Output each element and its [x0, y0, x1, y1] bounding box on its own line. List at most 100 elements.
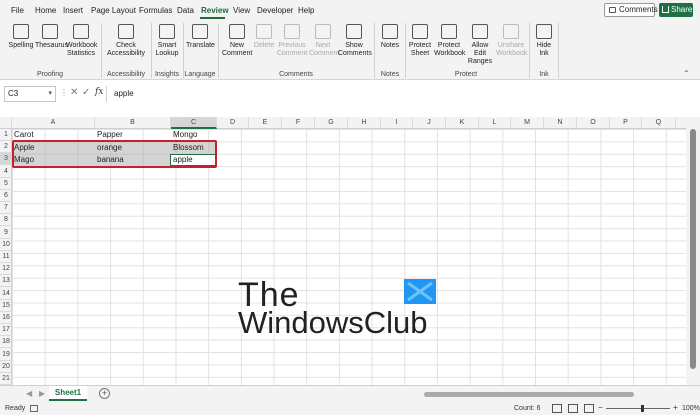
zoom-slider[interactable] [606, 408, 670, 409]
protect-workbook-button[interactable]: Protect Workbook [434, 24, 465, 58]
macro-recording-icon[interactable] [30, 405, 38, 412]
row-header[interactable]: 15 [0, 300, 12, 312]
group-comments: Comments [279, 71, 313, 78]
translate-button[interactable]: Translate [186, 24, 215, 50]
comments-button[interactable]: Comments [604, 3, 658, 17]
row-header[interactable]: 21 [0, 373, 12, 385]
tab-data[interactable]: Data [177, 6, 194, 15]
name-box[interactable]: C3 ▾ [4, 86, 56, 102]
vertical-scrollbar[interactable] [686, 117, 700, 385]
horizontal-scrollbar[interactable] [408, 391, 678, 397]
tab-view[interactable]: View [233, 6, 250, 15]
cancel-icon[interactable]: ✕ [70, 87, 78, 98]
allow-edit-ranges-button[interactable]: Allow Edit Ranges [465, 24, 495, 66]
tab-page-layout[interactable]: Page Layout [91, 6, 136, 15]
protect-sheet-button[interactable]: Protect Sheet [407, 24, 433, 58]
column-header-q[interactable]: Q [642, 117, 676, 129]
tab-formulas[interactable]: Formulas [139, 6, 172, 15]
zoom-level[interactable]: 100% [682, 405, 700, 412]
zoom-slider-thumb[interactable] [641, 405, 644, 412]
add-sheet-icon[interactable]: + [99, 388, 110, 399]
tab-home[interactable]: Home [35, 6, 56, 15]
new-comment-button[interactable]: New Comment [222, 24, 252, 58]
chevron-right-icon[interactable]: ▶ [39, 389, 45, 398]
chevron-down-icon[interactable]: ▾ [48, 87, 52, 101]
chevron-left-icon[interactable]: ◀ [26, 389, 32, 398]
column-header-f[interactable]: F [282, 117, 315, 129]
column-header-e[interactable]: E [249, 117, 282, 129]
column-header-p[interactable]: P [610, 117, 642, 129]
group-protect: Protect [454, 71, 478, 78]
notes-button[interactable]: Notes [377, 24, 403, 50]
row-header[interactable]: 8 [0, 214, 12, 227]
row-header[interactable]: 14 [0, 288, 12, 300]
column-header-j[interactable]: J [413, 117, 446, 129]
unshare-workbook-button[interactable]: Unshare Workbook [496, 24, 527, 58]
row-header[interactable]: 1 [0, 129, 12, 141]
column-header-a[interactable]: A [12, 117, 95, 129]
column-header-h[interactable]: H [348, 117, 381, 129]
row-header[interactable]: 6 [0, 190, 12, 202]
page-break-view-icon[interactable] [584, 404, 594, 413]
tab-insert[interactable]: Insert [63, 6, 83, 15]
next-comment-button[interactable]: Next Comment [309, 24, 339, 58]
row-header[interactable]: 12 [0, 263, 12, 276]
row-header[interactable]: 5 [0, 178, 12, 190]
share-button[interactable]: Share [659, 3, 693, 17]
column-header-g[interactable]: G [315, 117, 348, 129]
previous-comment-label: Previous Comment [276, 42, 308, 57]
column-header-d[interactable]: D [217, 117, 249, 129]
column-header-o[interactable]: O [577, 117, 610, 129]
row-header[interactable]: 20 [0, 361, 12, 373]
row-header[interactable]: 10 [0, 239, 12, 251]
insert-function-icon[interactable]: fx [95, 87, 103, 97]
row-header[interactable]: 19 [0, 349, 12, 361]
sheet-tab-sheet1[interactable]: Sheet1 [49, 386, 87, 401]
tab-help[interactable]: Help [298, 6, 314, 15]
allow-edit-ranges-icon [472, 24, 488, 39]
spelling-button[interactable]: Spelling [8, 24, 34, 50]
tab-file[interactable]: File [11, 6, 24, 15]
show-comments-button[interactable]: Show Comments [338, 24, 372, 58]
column-header-b[interactable]: B [95, 117, 171, 129]
hide-ink-button[interactable]: Hide Ink [533, 24, 555, 58]
tab-review[interactable]: Review [201, 6, 229, 15]
column-header-k[interactable]: K [446, 117, 479, 129]
select-all-corner[interactable] [0, 117, 12, 129]
row-header[interactable]: 18 [0, 336, 12, 349]
formula-input[interactable]: apple [106, 86, 696, 102]
column-header-m[interactable]: M [511, 117, 544, 129]
worksheet-grid[interactable]: Carot Papper Mongo Apple orange Blossom … [12, 129, 686, 385]
column-header-i[interactable]: I [381, 117, 413, 129]
page-layout-view-icon[interactable] [568, 404, 578, 413]
enter-icon[interactable]: ✓ [82, 87, 90, 98]
row-header[interactable]: 9 [0, 227, 12, 239]
row-header[interactable]: 16 [0, 312, 12, 324]
smart-lookup-button[interactable]: Smart Lookup [154, 24, 180, 58]
horizontal-scroll-thumb[interactable] [424, 392, 634, 397]
collapse-ribbon-icon[interactable]: ⌃ [683, 69, 690, 78]
row-header[interactable]: 17 [0, 324, 12, 337]
row-header[interactable]: 4 [0, 166, 12, 178]
zoom-out-icon[interactable]: − [598, 403, 603, 412]
previous-comment-button[interactable]: Previous Comment [276, 24, 308, 58]
normal-view-icon[interactable] [552, 404, 562, 413]
tab-developer[interactable]: Developer [257, 6, 293, 15]
workbook-statistics-icon [73, 24, 89, 39]
row-header[interactable]: 2 [0, 141, 12, 154]
column-header-l[interactable]: L [479, 117, 511, 129]
row-header[interactable]: 3 [0, 153, 12, 166]
thesaurus-button[interactable]: Thesaurus [35, 24, 68, 50]
zoom-in-icon[interactable]: + [673, 403, 678, 412]
row-header[interactable]: 11 [0, 251, 12, 263]
ribbon-separator [183, 23, 184, 78]
vertical-scroll-thumb[interactable] [690, 129, 696, 369]
column-header-c[interactable]: C [171, 117, 217, 129]
ribbon-separator [218, 23, 219, 78]
workbook-statistics-button[interactable]: Workbook Statistics [66, 24, 97, 58]
check-accessibility-button[interactable]: Check Accessibility [104, 24, 148, 58]
column-header-n[interactable]: N [544, 117, 577, 129]
row-header[interactable]: 13 [0, 275, 12, 288]
row-header[interactable]: 7 [0, 202, 12, 215]
delete-comment-button[interactable]: Delete [253, 24, 275, 50]
